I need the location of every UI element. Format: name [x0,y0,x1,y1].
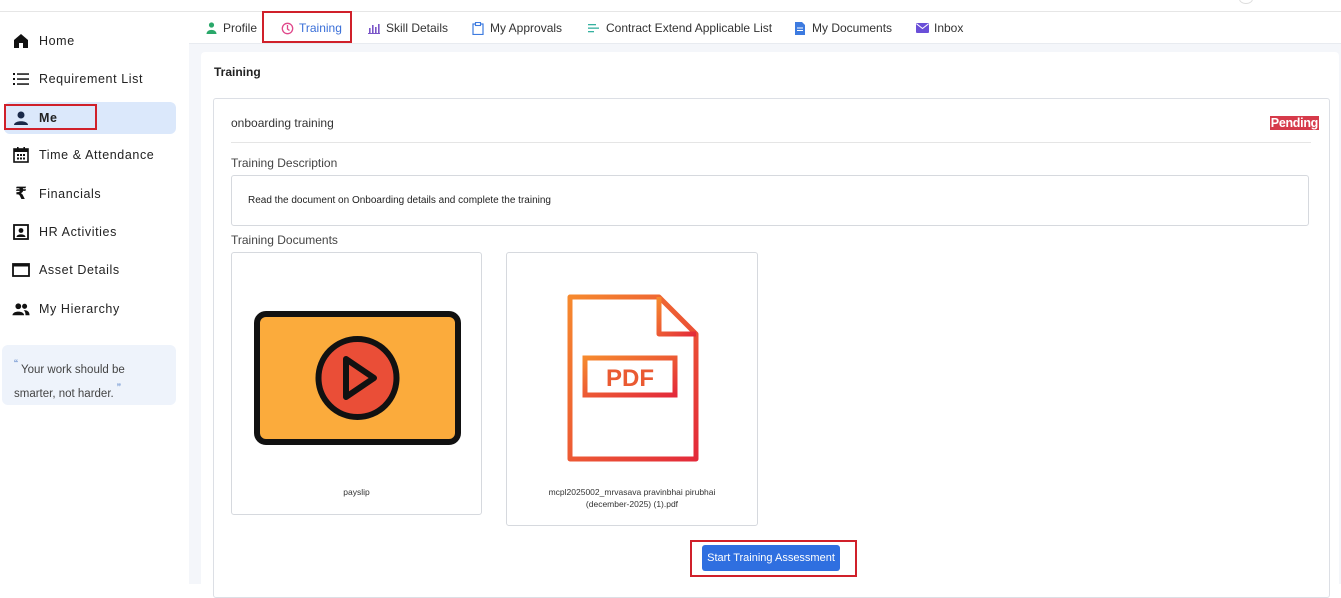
main-content: Profile Training Skill Details My Approv… [189,12,1341,598]
training-card: Training onboarding training Pending Tra… [201,52,1339,598]
start-training-assessment-button[interactable]: Start Training Assessment [702,545,840,571]
pdf-icon-text: PDF [606,365,654,392]
tab-bar: Profile Training Skill Details My Approv… [189,12,1341,44]
document-caption-line2: (december-2025) (1).pdf [585,499,679,509]
training-icon [280,21,294,35]
tab-label: Contract Extend Applicable List [606,21,773,35]
divider [231,142,1311,143]
sidebar-item-requirement-list[interactable]: Requirement List [4,63,176,95]
quote-text: Your work should be smarter, not harder. [14,363,125,400]
sidebar-item-label: My Hierarchy [39,302,120,316]
tab-label: My Approvals [490,21,563,35]
tab-my-documents[interactable]: My Documents [793,17,892,39]
status-badge: Pending [1269,116,1319,130]
training-name: onboarding training [231,116,334,130]
tab-label: Training [299,21,342,35]
home-icon [12,32,30,50]
rupee-icon: ₹ [15,184,27,203]
page-title: Training [214,65,261,79]
sidebar-item-my-hierarchy[interactable]: My Hierarchy [4,293,176,325]
motivational-quote: “ Your work should be smarter, not harde… [2,345,176,405]
sidebar-item-asset-details[interactable]: Asset Details [4,254,176,286]
tab-training[interactable]: Training [280,17,342,39]
people-icon [12,300,30,318]
bar-chart-icon [367,21,381,35]
tab-label: Profile [223,21,258,35]
tab-contract-extend[interactable]: Contract Extend Applicable List [587,17,772,39]
sidebar-item-label: Time & Attendance [39,148,155,162]
tab-inbox[interactable]: Inbox [915,17,963,39]
lines-icon [587,21,601,35]
video-play-icon [254,311,461,445]
document-card-pdf[interactable]: PDF mcpl2025002_mrvasava pravinbhai piru… [506,252,758,526]
tab-skill-details[interactable]: Skill Details [367,17,448,39]
user-icon [12,109,30,127]
document-caption: payslip [343,487,370,497]
quote-close-icon: ” [116,380,121,395]
description-box: Read the document on Onboarding details … [231,175,1309,226]
sidebar-item-financials[interactable]: ₹ Financials [4,178,176,210]
sidebar-item-label: Financials [39,187,102,201]
tab-profile[interactable]: Profile [204,17,257,39]
sidebar-item-label: HR Activities [39,225,117,239]
sidebar-item-label: Asset Details [39,263,120,277]
top-bar [0,0,1341,12]
sidebar-item-hr-activities[interactable]: HR Activities [4,216,176,248]
sidebar: Home Requirement List Me Time & Attendan… [0,12,188,584]
clipboard-icon [471,21,485,35]
avatar[interactable] [1239,0,1253,4]
sidebar-item-label: Home [39,34,75,48]
window-icon [12,261,30,279]
description-label: Training Description [231,156,338,170]
pdf-file-icon: PDF [567,294,699,462]
calendar-icon [12,146,30,164]
tab-my-approvals[interactable]: My Approvals [471,17,562,39]
document-caption: mcpl2025002_mrvasava pravinbhai pirubhai [548,487,716,497]
sidebar-item-label: Requirement List [39,72,144,86]
documents-label: Training Documents [231,233,338,247]
list-icon [12,70,30,88]
quote-open-icon: “ [14,357,18,371]
sidebar-item-home[interactable]: Home [4,25,176,57]
document-icon [793,21,807,35]
sidebar-item-me[interactable]: Me [4,102,176,134]
mail-icon [915,21,929,35]
tab-label: Skill Details [386,21,449,35]
sidebar-item-time-attendance[interactable]: Time & Attendance [4,139,176,171]
tab-label: Inbox [934,21,964,35]
document-card-payslip[interactable]: payslip [231,252,482,515]
id-badge-icon [12,223,30,241]
tab-label: My Documents [812,21,893,35]
highlight-start-assessment: Start Training Assessment [690,540,857,577]
sidebar-item-label: Me [39,111,58,125]
person-icon [204,21,218,35]
training-item: onboarding training Pending Training Des… [213,98,1330,598]
